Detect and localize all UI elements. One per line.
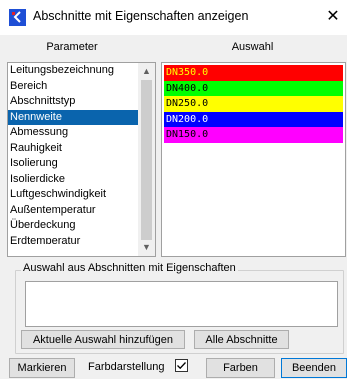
checkmark-icon — [177, 362, 186, 370]
title-bar: Abschnitte mit Eigenschaften anzeigen ✕ — [0, 0, 347, 35]
app-icon — [9, 9, 26, 26]
all-sections-button[interactable]: Alle Abschnitte — [194, 330, 289, 349]
parameter-item[interactable]: Bereich — [8, 79, 138, 95]
parameter-item[interactable]: Erdtemperatur — [8, 234, 138, 244]
auswahl-item[interactable]: DN400.0 — [164, 80, 343, 96]
parameter-item[interactable]: Leitungsbezeichnung — [8, 63, 138, 79]
parameter-item[interactable]: Isolierung — [8, 156, 138, 172]
add-selection-button[interactable]: Aktuelle Auswahl hinzufügen — [21, 330, 185, 349]
scroll-up-icon[interactable]: ▲ — [138, 63, 155, 80]
auswahl-item[interactable]: DN250.0 — [164, 96, 343, 112]
parameter-item[interactable]: Rauhigkeit — [8, 141, 138, 157]
close-icon[interactable]: ✕ — [322, 6, 344, 28]
mark-button[interactable]: Markieren — [9, 358, 75, 378]
farb-label: Farbdarstellung — [88, 361, 165, 373]
parameter-item[interactable]: Luftgeschwindigkeit — [8, 187, 138, 203]
auswahl-item[interactable]: DN350.0 — [164, 65, 343, 81]
parameter-list[interactable]: Leitungsbezeichnung Bereich Abschnittstyp N… — [7, 62, 156, 257]
parameter-item[interactable]: Außentemperatur — [8, 203, 138, 219]
close-button[interactable]: Beenden — [281, 358, 347, 378]
auswahl-item[interactable]: DN200.0 — [164, 111, 343, 127]
parameter-item[interactable]: Nennweite — [8, 109, 138, 125]
parameter-scrollbar[interactable]: ▲ ▼ — [138, 63, 155, 256]
scroll-thumb[interactable] — [141, 80, 152, 240]
parameter-item[interactable]: Abmessung — [8, 125, 138, 141]
parameter-items: Leitungsbezeichnung Bereich Abschnittstyp N… — [8, 63, 138, 244]
auswahl-list[interactable]: DN350.0 DN400.0 DN250.0 DN200.0 DN150.0 — [161, 62, 346, 257]
window-title: Abschnitte mit Eigenschaften anzeigen — [33, 9, 249, 23]
parameter-header: Parameter — [46, 41, 98, 53]
colors-button[interactable]: Farben — [206, 358, 275, 378]
selection-textarea[interactable] — [25, 281, 338, 327]
scroll-down-icon[interactable]: ▼ — [138, 239, 155, 256]
groupbox-label: Auswahl aus Abschnitten mit Eigenschafte… — [21, 262, 238, 274]
parameter-item[interactable]: Überdeckung — [8, 218, 138, 234]
auswahl-header: Auswahl — [231, 41, 274, 53]
parameter-item[interactable]: Isolierdicke — [8, 172, 138, 188]
parameter-item[interactable]: Abschnittstyp — [8, 94, 138, 110]
auswahl-item[interactable]: DN150.0 — [164, 127, 343, 143]
farb-checkbox[interactable] — [175, 359, 188, 372]
